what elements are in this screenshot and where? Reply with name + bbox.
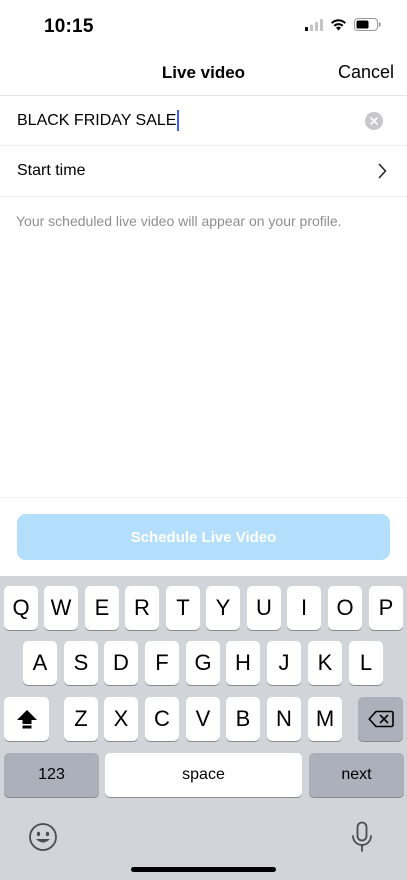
- key-w[interactable]: W: [44, 586, 78, 630]
- info-text: Your scheduled live video will appear on…: [16, 213, 342, 229]
- microphone-icon: [352, 821, 372, 852]
- clear-text-button[interactable]: [365, 112, 383, 130]
- start-time-row[interactable]: Start time: [0, 146, 407, 197]
- key-z[interactable]: Z: [64, 697, 98, 741]
- key-x[interactable]: X: [104, 697, 138, 741]
- key-l[interactable]: L: [349, 641, 383, 685]
- key-n[interactable]: N: [267, 697, 301, 741]
- key-i[interactable]: I: [287, 586, 321, 630]
- key-b[interactable]: B: [226, 697, 260, 741]
- key-a[interactable]: A: [23, 641, 57, 685]
- battery-icon: [354, 18, 381, 31]
- space-key[interactable]: space: [105, 753, 302, 797]
- key-v[interactable]: V: [186, 697, 220, 741]
- key-f[interactable]: F: [145, 641, 179, 685]
- status-time: 10:15: [44, 16, 94, 37]
- key-h[interactable]: H: [226, 641, 260, 685]
- home-indicator: [131, 867, 276, 872]
- key-t[interactable]: T: [166, 586, 200, 630]
- key-g[interactable]: G: [186, 641, 220, 685]
- backspace-key[interactable]: [358, 697, 403, 741]
- status-icons: [305, 18, 381, 31]
- key-c[interactable]: C: [145, 697, 179, 741]
- text-cursor: [177, 110, 180, 131]
- title-input-value: BLACK FRIDAY SALE: [17, 111, 177, 129]
- close-icon: [370, 117, 378, 125]
- key-u[interactable]: U: [247, 586, 281, 630]
- shift-icon: [16, 710, 37, 729]
- key-s[interactable]: S: [64, 641, 98, 685]
- emoji-icon: [29, 823, 57, 851]
- key-o[interactable]: O: [328, 586, 362, 630]
- key-y[interactable]: Y: [206, 586, 240, 630]
- key-m[interactable]: M: [308, 697, 342, 741]
- key-j[interactable]: J: [267, 641, 301, 685]
- dictation-button[interactable]: [350, 821, 376, 855]
- cancel-button[interactable]: Cancel: [338, 62, 394, 83]
- next-key[interactable]: next: [309, 753, 404, 797]
- key-r[interactable]: R: [125, 586, 159, 630]
- numbers-key[interactable]: 123: [4, 753, 99, 797]
- key-q[interactable]: Q: [4, 586, 38, 630]
- key-d[interactable]: D: [104, 641, 138, 685]
- divider: [0, 497, 407, 498]
- schedule-live-video-button[interactable]: Schedule Live Video: [17, 514, 390, 560]
- keyboard: Q W E R T Y U I O P A S D F G H J K L Z …: [0, 576, 407, 880]
- status-bar: 10:15: [0, 0, 407, 50]
- start-time-label: Start time: [17, 162, 86, 179]
- key-e[interactable]: E: [85, 586, 119, 630]
- cellular-signal-icon: [305, 18, 323, 31]
- emoji-button[interactable]: [28, 822, 60, 854]
- wifi-icon: [331, 19, 346, 31]
- shift-key[interactable]: [4, 697, 49, 741]
- title-row: BLACK FRIDAY SALE: [0, 96, 407, 146]
- nav-bar: Live video Cancel: [0, 50, 407, 96]
- title-input[interactable]: BLACK FRIDAY SALE: [17, 110, 180, 131]
- chevron-right-icon: [378, 163, 387, 179]
- key-p[interactable]: P: [369, 586, 403, 630]
- backspace-icon: [367, 710, 394, 728]
- key-k[interactable]: K: [308, 641, 342, 685]
